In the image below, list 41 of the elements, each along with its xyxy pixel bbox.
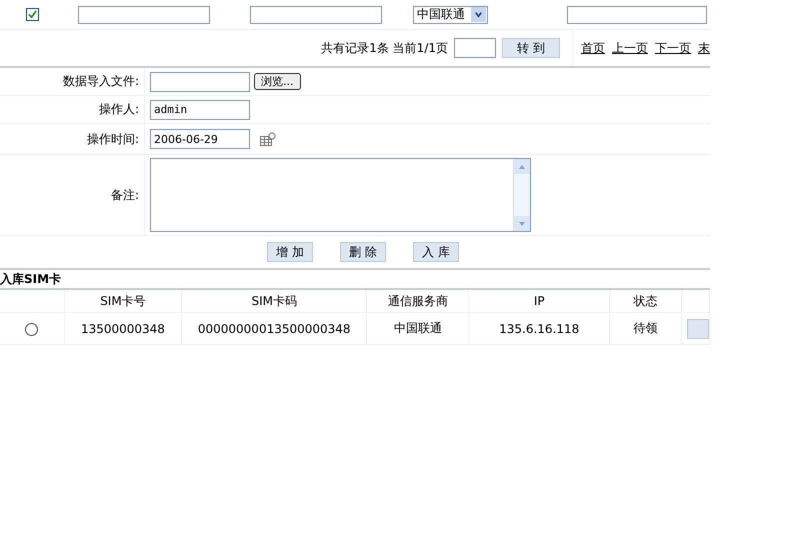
record-summary: 共有记录1条 当前1/1页 bbox=[321, 40, 448, 56]
section-title: 入库SIM卡 bbox=[0, 270, 710, 290]
column-header: IP bbox=[468, 290, 610, 312]
operator-input-field[interactable]: admin bbox=[150, 100, 250, 120]
table-cell: 13500000348 bbox=[64, 312, 182, 344]
column-header: 通信服务商 bbox=[366, 290, 469, 312]
scroll-up-icon[interactable] bbox=[518, 164, 526, 170]
page-input[interactable] bbox=[454, 38, 496, 58]
checkbox[interactable] bbox=[26, 8, 39, 21]
page-link[interactable]: 上一页 bbox=[612, 40, 648, 56]
column-header: 状态 bbox=[610, 290, 682, 312]
table-cell: 中国联通 bbox=[366, 312, 469, 344]
field-label: 数据导入文件: bbox=[0, 68, 145, 95]
table-cell: 135.6.16.118 bbox=[468, 312, 610, 344]
field-label: 备注: bbox=[0, 155, 145, 235]
goto-button[interactable]: 转 到 bbox=[502, 38, 560, 58]
operator-select[interactable]: 中国联通 bbox=[413, 6, 488, 24]
page-link[interactable]: 下一页 bbox=[655, 40, 691, 56]
table-cell: 00000000013500000348 bbox=[182, 312, 367, 344]
date-input-field[interactable]: 2006-06-29 bbox=[150, 129, 250, 149]
action-button[interactable]: 增 加 bbox=[267, 242, 313, 262]
row-button[interactable] bbox=[687, 318, 709, 338]
page-link[interactable]: 末 bbox=[698, 40, 710, 56]
column-header: SIM卡号 bbox=[64, 290, 182, 312]
field-label: 操作人: bbox=[0, 96, 145, 123]
radio-button[interactable] bbox=[25, 322, 38, 336]
action-button[interactable]: 入 库 bbox=[413, 242, 459, 262]
table-cell: 待领 bbox=[610, 312, 682, 344]
remarks-textarea[interactable] bbox=[150, 158, 531, 232]
calendar-icon[interactable] bbox=[260, 132, 276, 146]
scrollbar[interactable] bbox=[513, 159, 530, 231]
field-label: 操作时间: bbox=[0, 124, 145, 154]
input-field[interactable] bbox=[567, 6, 707, 24]
input-field[interactable] bbox=[250, 6, 382, 24]
file-input-field[interactable] bbox=[150, 72, 250, 92]
page-link[interactable]: 首页 bbox=[581, 40, 605, 56]
scroll-down-icon[interactable] bbox=[518, 220, 526, 226]
action-button[interactable]: 删 除 bbox=[340, 242, 386, 262]
input-field[interactable] bbox=[78, 6, 210, 24]
browse-button[interactable]: 浏览... bbox=[254, 73, 300, 90]
column-header: SIM卡码 bbox=[182, 290, 367, 312]
